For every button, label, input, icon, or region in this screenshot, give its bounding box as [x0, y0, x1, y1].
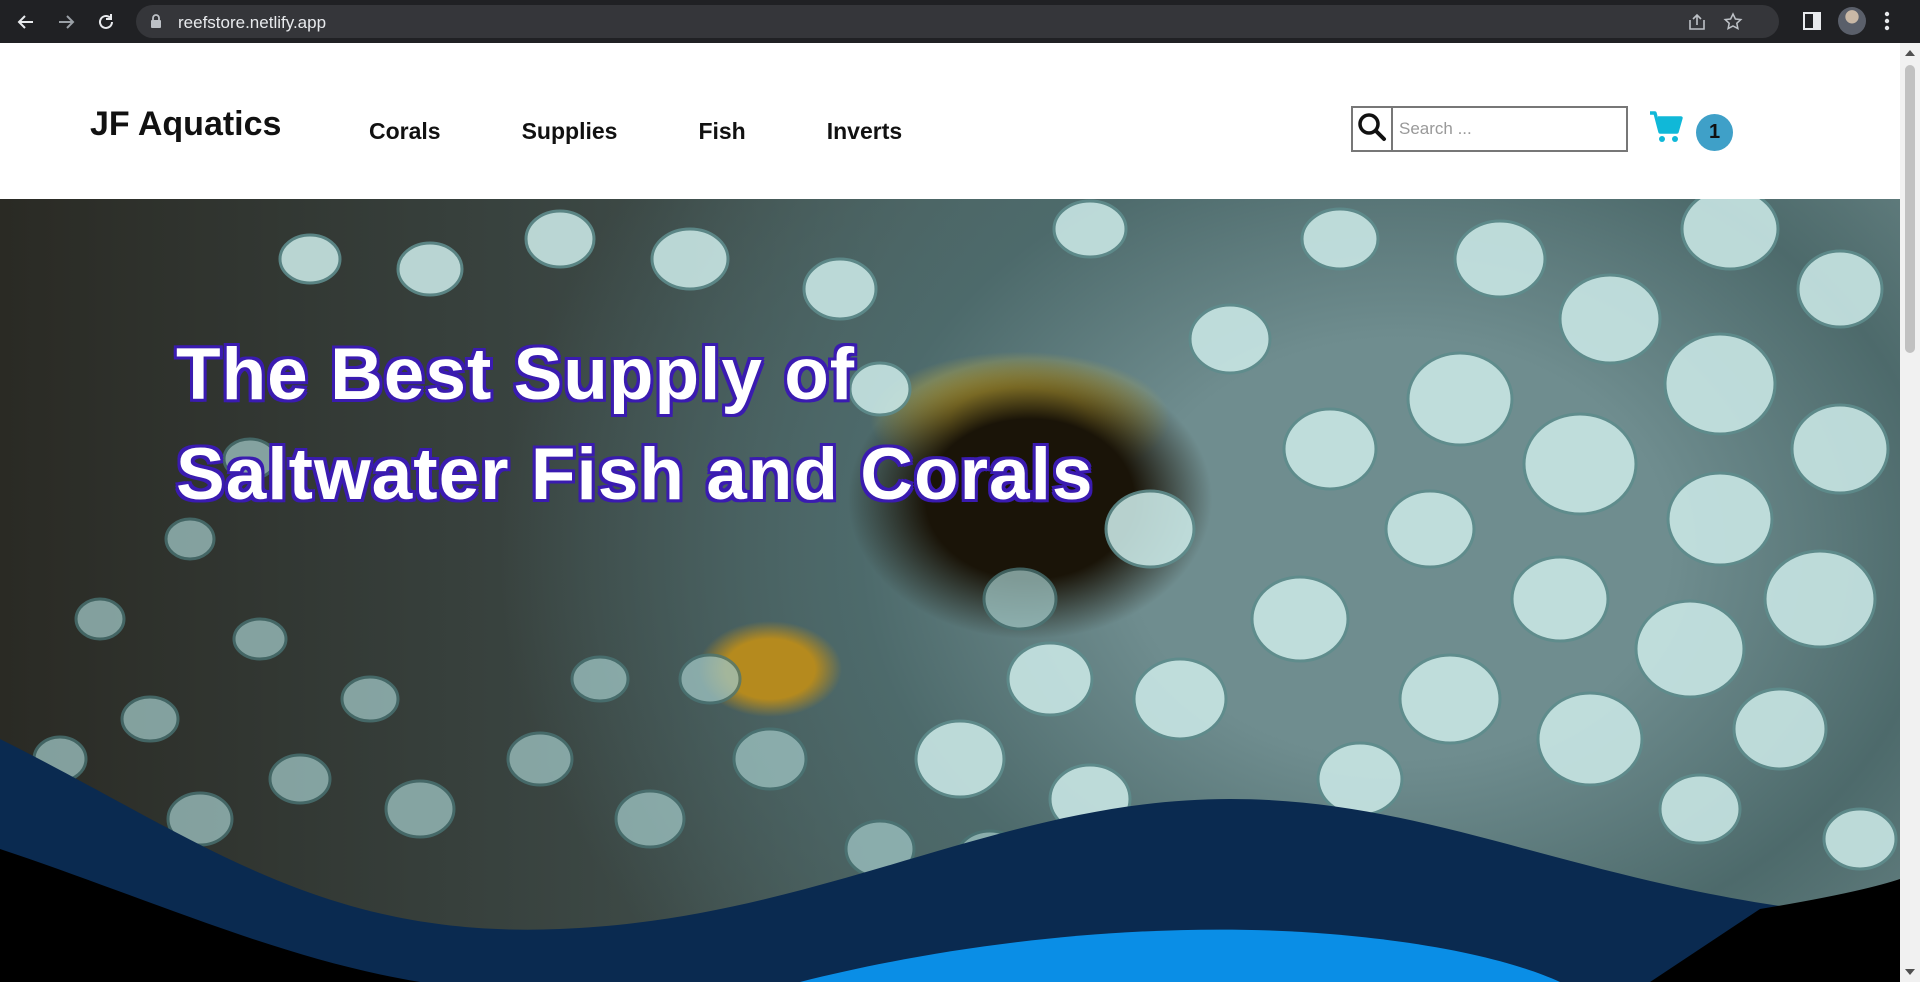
- nav-corals[interactable]: Corals: [369, 118, 441, 145]
- site-header: JF Aquatics Corals Supplies Fish Inverts…: [0, 43, 1900, 199]
- url-text: reefstore.netlify.app: [178, 13, 327, 32]
- share-icon[interactable]: [1687, 12, 1707, 37]
- nav-supplies[interactable]: Supplies: [522, 118, 618, 145]
- page-viewport: JF Aquatics Corals Supplies Fish Inverts…: [0, 43, 1900, 982]
- main-nav: Corals Supplies Fish Inverts: [369, 118, 983, 145]
- address-bar[interactable]: reefstore.netlify.app: [136, 5, 1779, 38]
- search-input[interactable]: [1393, 108, 1626, 150]
- cart-count-badge[interactable]: 1: [1696, 114, 1733, 151]
- scrollbar-thumb[interactable]: [1905, 65, 1915, 353]
- search-box: [1351, 106, 1628, 152]
- decorative-waves: [0, 739, 1900, 982]
- search-icon: [1357, 112, 1387, 147]
- reload-icon[interactable]: [92, 8, 120, 36]
- nav-fish[interactable]: Fish: [698, 118, 745, 145]
- bookmark-star-icon[interactable]: [1723, 12, 1743, 37]
- site-logo[interactable]: JF Aquatics: [90, 105, 281, 144]
- page-scrollbar[interactable]: [1900, 43, 1920, 982]
- lock-icon[interactable]: [150, 14, 162, 34]
- more-menu-icon[interactable]: [1884, 10, 1890, 37]
- back-icon[interactable]: [12, 8, 40, 36]
- wave-dark: [0, 739, 1900, 982]
- scroll-down-arrow-icon[interactable]: [1905, 969, 1915, 975]
- nav-inverts[interactable]: Inverts: [827, 118, 902, 145]
- forward-icon[interactable]: [52, 8, 80, 36]
- browser-toolbar: reefstore.netlify.app: [0, 0, 1920, 43]
- hero-banner: The Best Supply of Saltwater Fish and Co…: [0, 199, 1900, 982]
- scroll-up-arrow-icon[interactable]: [1905, 50, 1915, 56]
- cart-icon[interactable]: [1648, 110, 1684, 149]
- search-button[interactable]: [1353, 108, 1393, 150]
- profile-avatar[interactable]: [1838, 7, 1866, 35]
- side-panel-icon[interactable]: [1801, 10, 1823, 37]
